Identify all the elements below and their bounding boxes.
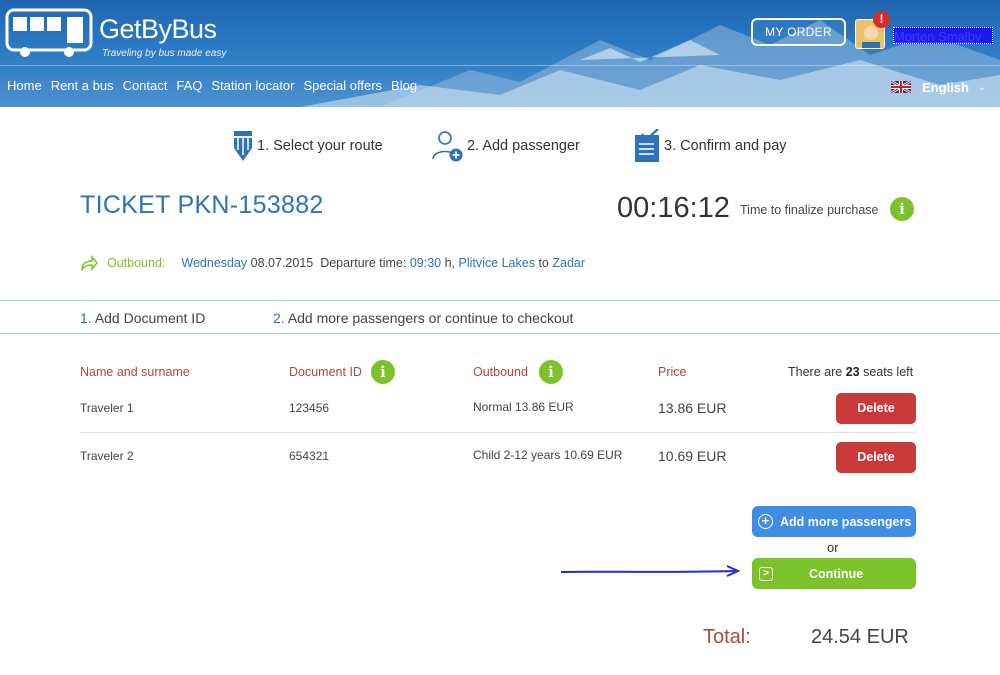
logo-tagline: Traveling by bus made easy xyxy=(102,48,227,59)
main-nav: Home Rent a bus Contact FAQ Station loca… xyxy=(0,78,419,96)
add-more-label: Add more passengers xyxy=(780,514,912,529)
continue-label: Continue xyxy=(809,566,864,581)
seats-count: 23 xyxy=(845,365,860,379)
bus-logo-icon xyxy=(5,8,93,57)
substep-label: Add Document ID xyxy=(94,310,206,326)
header-price: Price xyxy=(658,365,687,379)
outbound-info-icon[interactable]: i xyxy=(539,360,563,384)
substep-add-document[interactable]: 1. Add Document ID xyxy=(80,310,205,326)
substep-number: 2. xyxy=(273,310,285,326)
nav-rent-a-bus[interactable]: Rent a bus xyxy=(51,78,114,96)
substep-number: 1. xyxy=(80,310,92,326)
share-arrow-icon xyxy=(81,255,98,271)
nav-special-offers[interactable]: Special offers xyxy=(304,78,383,96)
plus-circle-icon: + xyxy=(758,514,773,529)
nav-faq[interactable]: FAQ xyxy=(176,78,202,96)
timer-label: Time to finalize purchase xyxy=(740,203,879,217)
user-name-link[interactable]: Morten Smalby xyxy=(893,27,993,44)
ticket-title: TICKET PKN-153882 xyxy=(80,191,324,219)
departure-label: Departure time: xyxy=(320,256,407,270)
outbound-summary: Outbound: Wednesday 08.07.2015 Departure… xyxy=(80,254,585,272)
passenger-document[interactable]: 123456 xyxy=(289,401,329,415)
outbound-label: Outbound: xyxy=(107,256,166,270)
checklist-icon xyxy=(635,129,659,162)
delete-button[interactable]: Delete xyxy=(836,442,916,473)
language-label: English xyxy=(922,79,969,95)
substep-bar: 1. Add Document ID 2. Add more passenger… xyxy=(0,300,1000,334)
passenger-price: 10.69 EUR xyxy=(658,448,727,464)
annotation-arrow-icon xyxy=(560,565,741,577)
arrow-right-box-icon: > xyxy=(759,566,773,581)
destination-station: Zadar xyxy=(552,256,586,270)
nav-station-locator[interactable]: Station locator xyxy=(211,78,294,96)
passenger-fare[interactable]: Child 2-12 years 10.69 EUR xyxy=(473,448,622,462)
header-outbound: Outbound xyxy=(473,365,528,379)
nav-home[interactable]: Home xyxy=(7,78,42,96)
step-add-passenger[interactable]: 2. Add passenger xyxy=(431,128,580,164)
passenger-name: Traveler 2 xyxy=(80,449,134,463)
step-select-route[interactable]: 1. Select your route xyxy=(231,128,383,164)
header-name: Name and surname xyxy=(80,365,190,379)
chevron-down-icon: ⌄ xyxy=(977,81,987,93)
delete-button[interactable]: Delete xyxy=(836,393,916,424)
step-confirm-pay[interactable]: 3. Confirm and pay xyxy=(634,128,787,164)
nav-blog[interactable]: Blog xyxy=(391,78,417,96)
step-label: 1. Select your route xyxy=(257,138,383,154)
site-header: GetByBus Traveling by bus made easy MY O… xyxy=(0,0,1000,107)
add-more-passengers-button[interactable]: + Add more passengers xyxy=(752,506,916,537)
seats-left: There are 23 seats left xyxy=(788,365,913,379)
document-info-icon[interactable]: i xyxy=(371,360,395,384)
language-selector[interactable]: English ⌄ xyxy=(891,78,986,96)
timer-info-icon[interactable]: i xyxy=(890,197,914,221)
nav-contact[interactable]: Contact xyxy=(123,78,168,96)
total-value: 24.54 EUR xyxy=(811,626,909,648)
step-label: 2. Add passenger xyxy=(467,138,580,154)
passenger-fare[interactable]: Normal 13.86 EUR xyxy=(473,400,574,414)
my-order-button[interactable]: MY ORDER xyxy=(751,18,846,46)
nav-divider xyxy=(0,65,1000,66)
passenger-price: 13.86 EUR xyxy=(658,400,727,416)
add-user-icon xyxy=(432,131,463,162)
continue-button[interactable]: > Continue xyxy=(752,558,916,589)
pencil-icon xyxy=(234,131,252,161)
total-label: Total: xyxy=(703,626,751,648)
passenger-name: Traveler 1 xyxy=(80,401,134,415)
origin-station: Plitvice Lakes xyxy=(458,256,535,270)
notification-badge[interactable]: ! xyxy=(873,11,890,28)
row-divider xyxy=(80,432,916,433)
substep-add-more-or-continue[interactable]: 2. Add more passengers or continue to ch… xyxy=(273,310,573,326)
departure-time: 09:30 xyxy=(409,256,442,270)
seats-suffix: seats left xyxy=(863,365,914,379)
or-separator: or xyxy=(827,540,839,555)
outbound-day: Wednesday xyxy=(181,256,248,270)
departure-time-suffix: h, xyxy=(444,256,456,270)
logo-name: GetByBus xyxy=(99,14,217,44)
logo[interactable]: GetByBus Traveling by bus made easy xyxy=(5,8,235,59)
header-document: Document ID xyxy=(289,365,362,379)
outbound-date: 08.07.2015 xyxy=(250,256,314,270)
uk-flag-icon xyxy=(891,81,911,93)
to-word: to xyxy=(538,256,549,270)
countdown-timer: 00:16:12 xyxy=(617,192,730,224)
seats-prefix: There are xyxy=(788,365,843,379)
substep-label: Add more passengers or continue to check… xyxy=(287,310,574,326)
passenger-document[interactable]: 654321 xyxy=(289,449,329,463)
step-label: 3. Confirm and pay xyxy=(664,138,787,154)
